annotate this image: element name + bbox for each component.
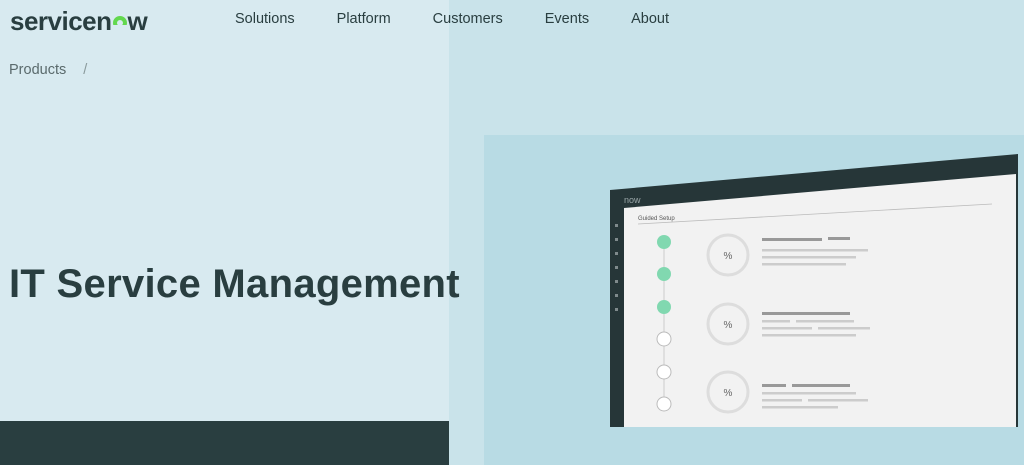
breadcrumb: Products /	[9, 62, 87, 78]
percent-icon-2: %	[724, 320, 733, 331]
step-6-circle-icon	[656, 396, 672, 412]
nav-platform[interactable]: Platform	[337, 11, 391, 27]
logo-text-start: servicen	[10, 5, 112, 36]
logo-o-mark-icon	[112, 16, 127, 31]
step-1-check-icon	[657, 235, 671, 249]
nav-solutions[interactable]: Solutions	[235, 11, 295, 27]
step-4-circle-icon	[656, 331, 672, 347]
hero-bottom-bar	[0, 421, 449, 465]
step-2-check-icon	[657, 267, 671, 281]
main-nav: Solutions Platform Customers Events Abou…	[235, 11, 711, 27]
nav-customers[interactable]: Customers	[433, 11, 503, 27]
breadcrumb-products[interactable]: Products	[9, 62, 66, 78]
percent-icon-3: %	[724, 388, 733, 399]
percent-icon-1: %	[724, 251, 733, 262]
mockup-brand: now	[624, 195, 641, 205]
breadcrumb-separator: /	[83, 62, 88, 78]
nav-events[interactable]: Events	[545, 11, 589, 27]
product-screenshot-mockup: now Guided Setup % % %	[610, 152, 1020, 427]
logo-text-end: w	[127, 5, 148, 36]
mockup-screen	[624, 174, 1016, 427]
nav-about[interactable]: About	[631, 11, 669, 27]
step-5-circle-icon	[656, 364, 672, 380]
mockup-panel-title: Guided Setup	[638, 216, 675, 222]
servicenow-logo[interactable]: servicen w	[10, 5, 148, 36]
page-title: IT Service Management	[9, 262, 460, 306]
step-3-check-icon	[657, 300, 671, 314]
